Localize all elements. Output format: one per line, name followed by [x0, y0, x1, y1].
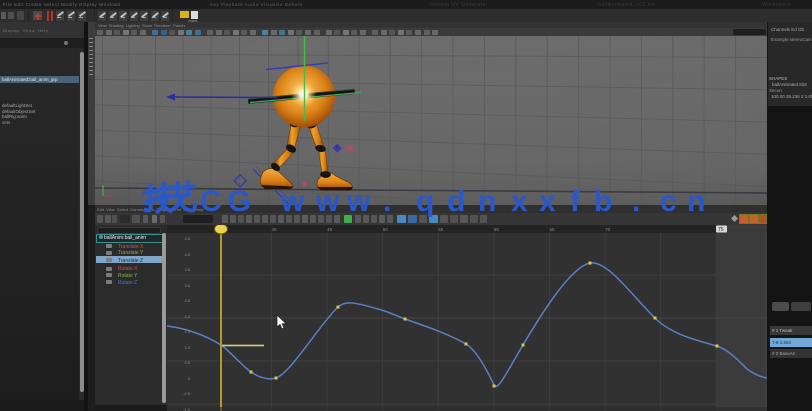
svg-text:www.qdnxxfb.cn: www.qdnxxfb.cn [280, 185, 705, 218]
svg-text:CG: CG [200, 185, 257, 218]
